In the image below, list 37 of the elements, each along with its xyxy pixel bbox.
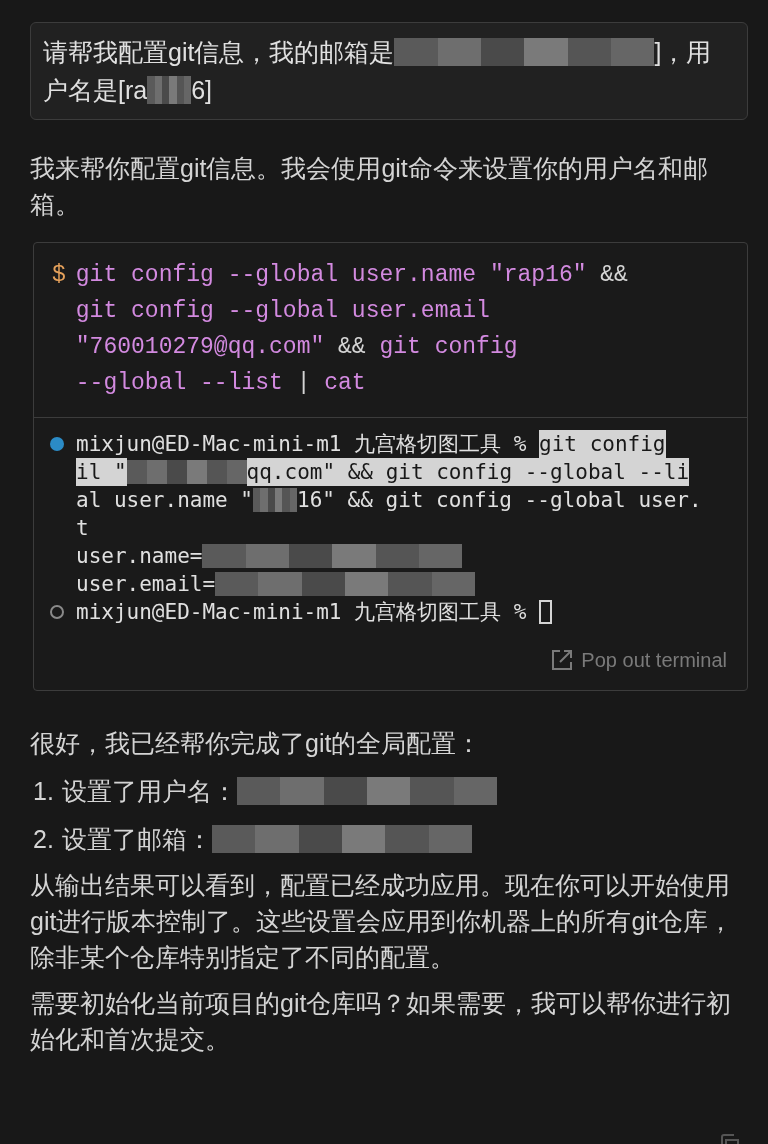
code-text: git config --global user.email	[75, 298, 490, 324]
reply-text: 很好，我已经帮你完成了git的全局配置：	[30, 728, 483, 759]
code-text: cat	[324, 370, 366, 396]
code-text: git config --global user.name "rap16"	[75, 262, 588, 288]
reply-text: 我来帮你配置git信息。我会使用git命令来设置你的用户名和邮箱。	[30, 153, 709, 220]
reply-text: 从输出结果可以看到，配置已经成功应用。现在你可以开始使用git进行版本控制了。这些设置会应用到你机器上的所有git仓库，除非某个仓库特别指定了不同的配置。	[30, 870, 734, 973]
redaction-block	[147, 76, 192, 104]
code-text: &&	[600, 262, 628, 288]
terminal-text: al user.name "	[76, 487, 253, 514]
prompt-symbol: $	[52, 261, 66, 290]
code-text: &&	[338, 334, 367, 360]
terminal-text: t	[76, 515, 89, 542]
code-text: |	[296, 370, 312, 396]
selected-text: qq.com" && git config --global --li	[246, 458, 690, 486]
selected-text: git config	[539, 430, 666, 458]
code-text: git config	[379, 334, 518, 360]
redaction-block	[253, 488, 297, 512]
message-text: 请帮我配置git信息，我的邮箱是	[43, 37, 395, 68]
message-text: ]，用	[654, 37, 712, 68]
terminal-text: 16" && git config --global user.	[297, 487, 702, 514]
terminal-text: user.name=	[76, 543, 203, 570]
reply-text: 需要初始化当前项目的git仓库吗？如果需要，我可以帮你进行初始化和首次提交。	[30, 988, 733, 1055]
selected-text: il "	[76, 458, 127, 486]
terminal-text: mixjun@ED-Mac-mini-m1 九宫格切图工具 %	[76, 431, 528, 458]
terminal-text: mixjun@ED-Mac-mini-m1 九宫格切图工具 %	[76, 599, 528, 626]
message-text: 户名是[ra	[43, 75, 148, 106]
copy-icon[interactable]	[718, 1134, 740, 1144]
list-number: 1.	[33, 776, 54, 807]
external-link-icon	[551, 649, 574, 671]
list-number: 2.	[33, 824, 54, 855]
code-text: --global --list	[75, 370, 284, 396]
list-text: 设置了邮箱：	[61, 824, 212, 855]
code-text: "760010279@qq.com"	[75, 334, 326, 360]
terminal-text: user.email=	[76, 571, 216, 598]
pop-out-terminal-button[interactable]: Pop out terminal	[551, 646, 727, 674]
message-text: 6]	[191, 75, 213, 106]
list-text: 设置了用户名：	[61, 776, 237, 807]
